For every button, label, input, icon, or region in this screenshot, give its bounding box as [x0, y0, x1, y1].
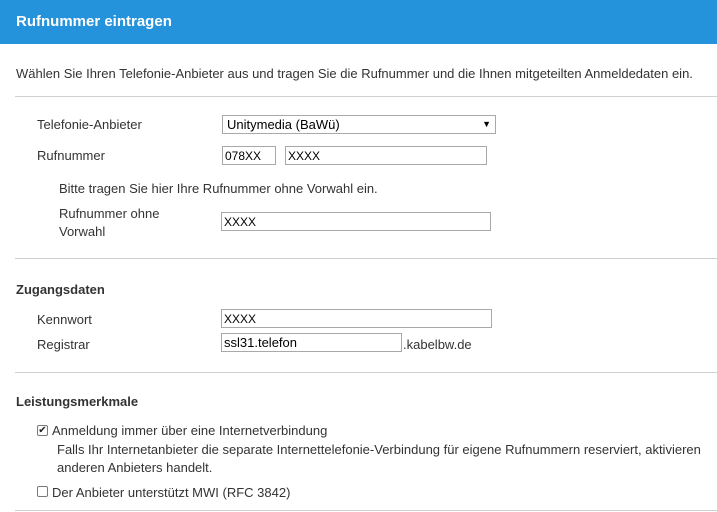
number-label: Rufnummer	[37, 148, 105, 163]
registrar-input[interactable]	[221, 333, 402, 352]
registrar-label: Registrar	[37, 337, 90, 352]
number-no-prefix-label-line2: Vorwahl	[59, 224, 106, 239]
option1-description-line2: anderen Anbieters handelt.	[57, 460, 213, 475]
option1-checkbox[interactable]: ✔	[37, 425, 48, 436]
password-input[interactable]	[221, 309, 492, 328]
divider	[15, 258, 717, 259]
number-input[interactable]	[285, 146, 487, 165]
option2-checkbox[interactable]	[37, 486, 48, 497]
provider-label: Telefonie-Anbieter	[37, 117, 142, 132]
registrar-suffix: .kabelbw.de	[403, 337, 472, 352]
number-no-prefix-label-line1: Rufnummer ohne	[59, 206, 160, 221]
divider	[15, 510, 717, 511]
option1-label: Anmeldung immer über eine Internetverbin…	[52, 423, 328, 438]
divider	[15, 372, 717, 373]
access-section-title: Zugangsdaten	[16, 282, 105, 297]
intro-text: Wählen Sie Ihren Telefonie-Anbieter aus …	[16, 66, 693, 81]
number-no-prefix-input[interactable]	[221, 212, 491, 231]
checkmark-icon: ✔	[38, 425, 47, 436]
option2-label: Der Anbieter unterstützt MWI (RFC 3842)	[52, 485, 291, 500]
provider-select-value: Unitymedia (BaWü)	[227, 117, 340, 132]
number-hint: Bitte tragen Sie hier Ihre Rufnummer ohn…	[59, 181, 378, 196]
features-section-title: Leistungsmerkmale	[16, 394, 139, 409]
dropdown-arrow-icon: ▼	[482, 119, 491, 129]
dialog-header: Rufnummer eintragen	[0, 0, 717, 44]
number-no-prefix-label: Rufnummer ohne Vorwahl	[59, 205, 159, 241]
option1-description-line1: Falls Ihr Internetanbieter die separate …	[57, 442, 701, 457]
divider	[15, 96, 717, 97]
area-code-input[interactable]	[222, 146, 276, 165]
dialog-title: Rufnummer eintragen	[16, 13, 172, 30]
provider-select[interactable]: Unitymedia (BaWü) ▼	[222, 115, 496, 134]
password-label: Kennwort	[37, 312, 92, 327]
